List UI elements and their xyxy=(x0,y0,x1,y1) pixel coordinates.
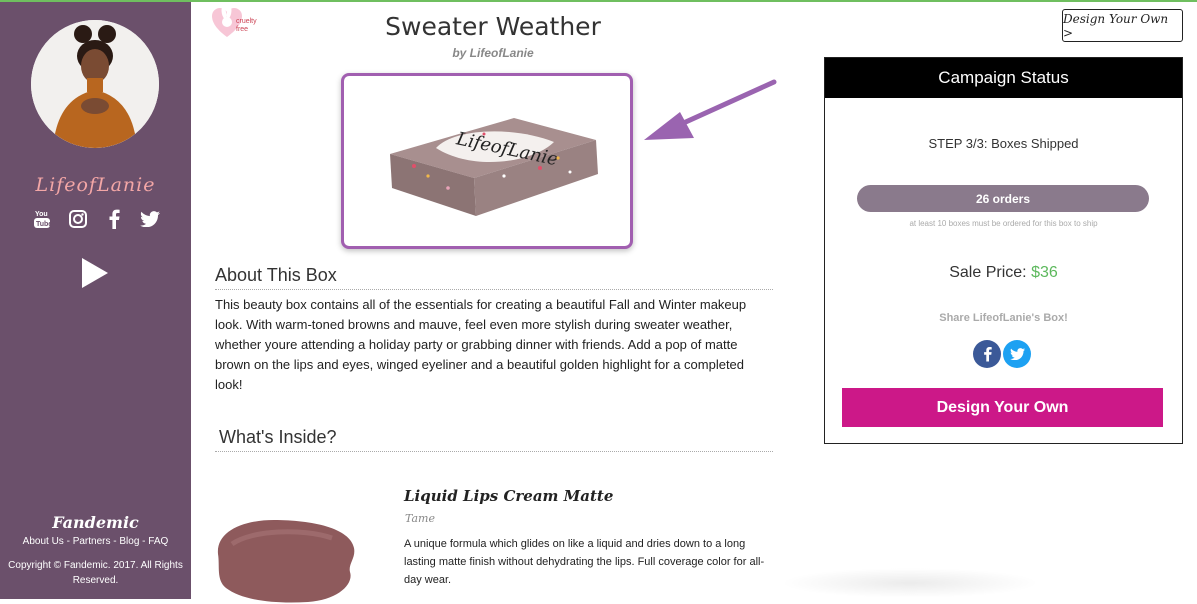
campaign-status-heading: Campaign Status xyxy=(825,58,1182,98)
campaign-status-panel: Campaign Status STEP 3/3: Boxes Shipped … xyxy=(824,57,1183,444)
faq-link[interactable]: FAQ xyxy=(148,536,168,547)
creator-avatar[interactable] xyxy=(31,20,159,148)
about-description: This beauty box contains all of the esse… xyxy=(215,297,747,392)
box-byline: by LifeofLanie xyxy=(452,46,534,60)
sale-price-amount: $36 xyxy=(1031,264,1058,281)
page-title: Sweater Weather xyxy=(385,12,601,41)
footer-links: About Us - Partners - Blog - FAQ xyxy=(22,536,169,547)
instagram-icon[interactable] xyxy=(68,208,88,230)
twitter-share-icon[interactable] xyxy=(1003,340,1031,368)
blog-link[interactable]: Blog xyxy=(119,536,139,547)
fandemic-logo[interactable]: Fandemic xyxy=(0,513,191,532)
product-description: A unique formula which glides on like a … xyxy=(404,538,765,586)
copyright-text: Copyright © Fandemic. 2017. All Rights R… xyxy=(8,560,183,586)
design-your-own-button[interactable]: Design Your Own xyxy=(842,388,1163,427)
share-buttons xyxy=(973,340,1031,368)
design-your-own-top-button[interactable]: Design Your Own > xyxy=(1062,9,1183,42)
svg-text:Tube: Tube xyxy=(36,221,50,228)
sale-price: Sale Price: $36 xyxy=(949,264,1058,281)
play-icon[interactable] xyxy=(82,258,108,288)
svg-text:You: You xyxy=(35,211,48,218)
whats-inside-heading: What's Inside? xyxy=(215,427,773,452)
about-us-link[interactable]: About Us xyxy=(23,536,64,547)
sidebar: LifeofLanie You Tube Fandemic About Us - … xyxy=(0,2,191,599)
social-links: You Tube xyxy=(0,208,191,230)
twitter-icon[interactable] xyxy=(139,208,160,230)
facebook-share-icon[interactable] xyxy=(973,340,1001,368)
orders-progress-bar: 26 orders xyxy=(857,185,1149,212)
campaign-step: STEP 3/3: Boxes Shipped xyxy=(928,136,1079,151)
creator-name[interactable]: LifeofLanie xyxy=(0,174,191,196)
product-swatch-image xyxy=(217,520,355,603)
youtube-icon[interactable]: You Tube xyxy=(32,208,52,230)
minimum-order-note: at least 10 boxes must be ordered for th… xyxy=(909,219,1098,228)
partners-link[interactable]: Partners xyxy=(73,536,111,547)
decorative-shadow xyxy=(780,568,1040,598)
product-shade: Tame xyxy=(405,512,435,525)
about-heading: About This Box xyxy=(215,265,773,290)
facebook-icon[interactable] xyxy=(104,208,124,230)
box-product-image[interactable]: LifeofLanie xyxy=(341,73,633,249)
cruelty-free-label: cruelty free xyxy=(236,18,257,33)
product-name[interactable]: Liquid Lips Cream Matte xyxy=(404,487,613,505)
pointer-arrow-icon xyxy=(644,79,777,140)
share-label: Share LifeofLanie's Box! xyxy=(939,312,1068,324)
